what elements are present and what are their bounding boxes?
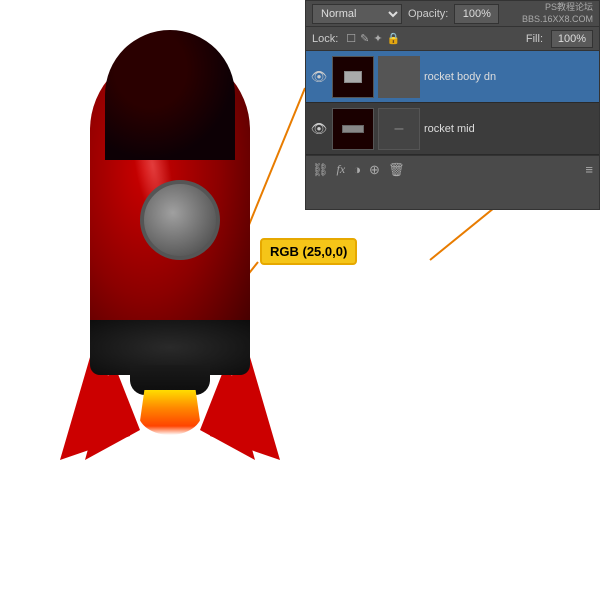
new-layer-icon[interactable]: ⊕	[369, 162, 380, 178]
blend-mode-select[interactable]: Normal	[312, 4, 402, 24]
fill-input[interactable]	[551, 30, 593, 48]
ps-lock-row: Lock: ☐ ✎ ✦ 🔒 Fill:	[306, 27, 599, 51]
layer-visibility-1[interactable]: 👁	[310, 120, 328, 138]
opacity-input[interactable]	[454, 4, 499, 24]
layer-row-0[interactable]: 👁 rocket body dn	[306, 51, 599, 103]
ps-bottom-bar: ⛓ fx ◑ ⊕ 🗑 ≡	[306, 155, 599, 183]
ps-toolbar: Normal Opacity: PS教程论坛 BBS.16XX8.COM	[306, 1, 599, 27]
layer-thumb-rect-0	[344, 71, 362, 83]
rgb-value: RGB (25,0,0)	[270, 244, 347, 259]
opacity-label: Opacity:	[408, 8, 448, 20]
layer-mask-thumb-0	[378, 56, 420, 98]
rgb-tooltip: RGB (25,0,0)	[260, 238, 357, 265]
circle-half-icon[interactable]: ◑	[353, 162, 361, 177]
rocket-flame	[138, 390, 202, 435]
chain-icon[interactable]: ⛓	[312, 162, 329, 178]
photoshop-panel: Normal Opacity: PS教程论坛 BBS.16XX8.COM Loc…	[305, 0, 600, 210]
rocket	[60, 30, 280, 590]
layer-name-1: rocket mid	[424, 123, 595, 135]
lock-all-icon[interactable]: 🔒	[387, 32, 401, 45]
lock-brush-icon[interactable]: ✎	[360, 32, 369, 45]
layer-mask-thumb-1: –	[378, 108, 420, 150]
site-info: PS教程论坛 BBS.16XX8.COM	[522, 2, 593, 25]
layer-thumb-rect-1	[342, 125, 364, 133]
ps-layers: 👁 rocket body dn 👁 – rocket mid	[306, 51, 599, 155]
layer-thumb-1	[332, 108, 374, 150]
lock-check-icon[interactable]: ☐	[346, 32, 356, 45]
panel-menu-icon[interactable]: ≡	[585, 162, 593, 177]
rocket-nose	[90, 30, 250, 160]
layer-thumb-0	[332, 56, 374, 98]
rocket-window	[140, 180, 220, 260]
lock-icons: ☐ ✎ ✦ 🔒	[346, 32, 400, 45]
fill-label: Fill:	[526, 33, 543, 45]
lock-move-icon[interactable]: ✦	[373, 32, 382, 45]
layer-row-1[interactable]: 👁 – rocket mid	[306, 103, 599, 155]
lock-label: Lock:	[312, 33, 338, 45]
fx-icon[interactable]: fx	[337, 162, 346, 177]
layer-visibility-0[interactable]: 👁	[310, 68, 328, 86]
layer-name-0: rocket body dn	[424, 71, 595, 83]
delete-layer-icon[interactable]: 🗑	[388, 162, 405, 178]
